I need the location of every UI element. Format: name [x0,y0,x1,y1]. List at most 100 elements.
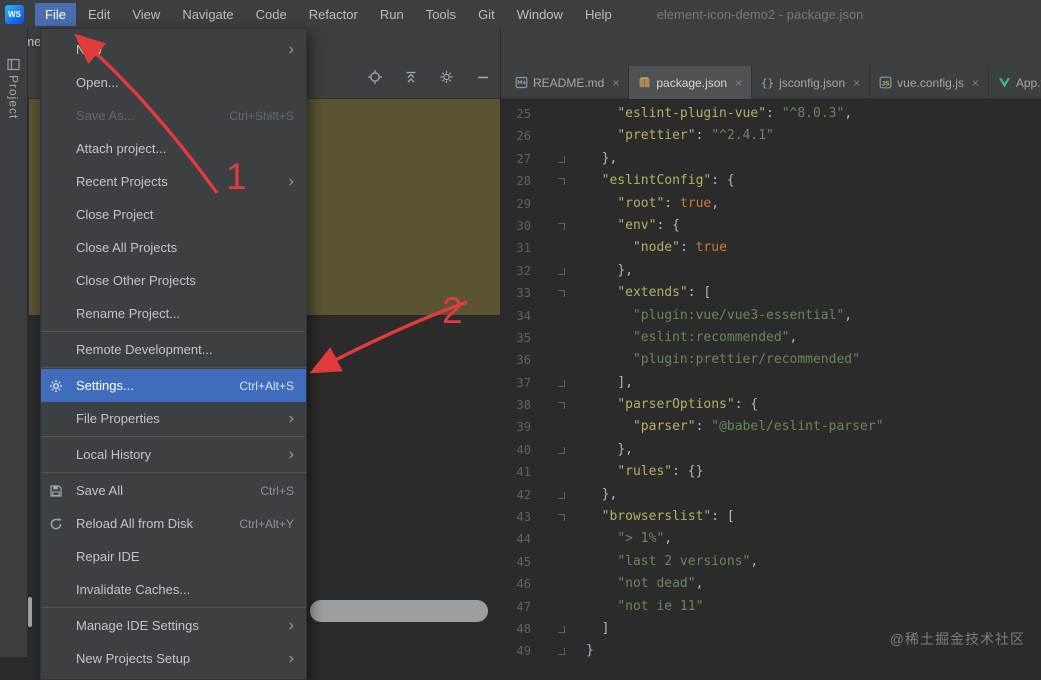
submenu-arrow-icon: › [288,172,294,190]
fold-marker-icon[interactable] [531,484,586,506]
menu-item-close-project[interactable]: Close Project [41,198,306,231]
menu-item-label: Rename Project... [76,306,181,321]
tab-close-icon[interactable]: × [735,76,742,90]
tab-close-icon[interactable]: × [972,76,979,90]
menu-item-new[interactable]: New › [41,33,306,66]
fold-marker-icon[interactable] [531,148,586,170]
tab-label: vue.config.js [897,75,964,90]
menu-item-file-properties[interactable]: File Properties › [41,402,306,435]
horizontal-scrollbar-thumb[interactable] [310,600,488,622]
menubar-item-file[interactable]: File [35,2,76,26]
menu-separator [41,367,306,368]
menu-separator [41,436,306,437]
tab-readme-md[interactable]: README.md × [506,66,630,99]
fold-marker-icon[interactable] [531,618,586,640]
menubar-item-view[interactable]: View [122,3,170,26]
menu-item-shortcut: Ctrl+S [260,483,294,498]
line-number: 29 [516,196,531,211]
code-lines: 25 "eslint-plugin-vue": "^8.0.3", 26 "pre… [501,103,1041,663]
hide-icon[interactable] [472,66,494,88]
vertical-scrollbar-thumb[interactable] [28,597,32,627]
line-number: 48 [516,621,531,636]
menu-item-close-all-projects[interactable]: Close All Projects [41,231,306,264]
code-text: "eslintConfig": { [601,173,735,189]
menubar-item-run[interactable]: Run [370,3,414,26]
locate-icon[interactable] [364,66,386,88]
fold-gutter [531,596,586,618]
line-number: 30 [516,218,531,233]
menu-item-close-other-projects[interactable]: Close Other Projects [41,264,306,297]
code-text: "node": true [632,240,727,256]
code-text: "last 2 versions", [617,553,759,569]
project-panel-toolbar [364,62,494,92]
menu-item-label: New [76,42,103,57]
settings-gear-icon[interactable] [436,66,458,88]
menubar-item-git[interactable]: Git [468,3,505,26]
code-text: "plugin:prettier/recommended" [632,352,860,368]
code-line: 29 "root": true, [501,193,1041,215]
menu-item-manage-ide-settings[interactable]: Manage IDE Settings › [41,609,306,642]
tab-jsconfig-json[interactable]: {} jsconfig.json × [752,66,871,99]
menu-item-reload-all-from-disk[interactable]: Reload All from Disk Ctrl+Alt+Y [41,507,306,540]
json-file-icon: {} [761,76,774,90]
menubar-item-code[interactable]: Code [246,3,297,26]
fold-marker-icon[interactable] [531,215,586,237]
tab-app-vue[interactable]: App.vue× [989,66,1041,99]
code-text: "eslint:recommended", [632,329,798,345]
menu-item-new-projects-setup[interactable]: New Projects Setup › [41,642,306,675]
menubar-item-edit[interactable]: Edit [78,3,120,26]
tab-vue-config-js[interactable]: JS vue.config.js × [870,66,989,99]
line-number: 42 [516,487,531,502]
menubar-item-tools[interactable]: Tools [416,3,466,26]
fold-gutter [531,349,586,371]
tab-close-icon[interactable]: × [853,76,860,90]
tab-package-json[interactable]: package.json × [629,66,753,99]
titlebar: WS File Edit View Navigate Code Refactor Run To… [0,0,1041,28]
fold-marker-icon[interactable] [531,372,586,394]
code-text: "not dead", [617,576,704,592]
menu-item-open[interactable]: Open... [41,66,306,99]
menu-item-save-all[interactable]: Save All Ctrl+S [41,474,306,507]
submenu-arrow-icon: › [288,445,294,463]
menubar-item-navigate[interactable]: Navigate [172,3,243,26]
menubar-item-refactor[interactable]: Refactor [299,3,368,26]
menu-item-label: Save As... [76,108,135,123]
code-text: "eslint-plugin-vue": "^8.0.3", [617,106,853,121]
fold-gutter [531,305,586,327]
fold-marker-icon[interactable] [531,640,586,662]
fold-gutter [531,461,586,483]
pkg-file-icon [638,76,651,89]
menu-item-settings[interactable]: Settings... Ctrl+Alt+S [41,369,306,402]
code-line: 28 "eslintConfig": { [501,170,1041,192]
panel-editor-divider[interactable] [500,28,501,657]
code-text: "browserslist": [ [601,509,735,525]
menubar-item-help[interactable]: Help [575,3,622,26]
fold-gutter [531,193,586,215]
fold-marker-icon[interactable] [531,394,586,416]
menu-item-label: Invalidate Caches... [76,582,191,597]
fold-marker-icon[interactable] [531,260,586,282]
collapse-all-icon[interactable] [400,66,422,88]
code-text: "root": true, [617,195,720,211]
line-number: 36 [516,353,531,368]
tab-close-icon[interactable]: × [612,76,619,90]
fold-marker-icon[interactable] [531,170,586,192]
code-text: "prettier": "^2.4.1" [617,128,774,144]
fold-gutter [531,528,586,550]
line-number: 41 [516,465,531,480]
editor[interactable]: 25 "eslint-plugin-vue": "^8.0.3", 26 "pre… [501,99,1041,658]
fold-marker-icon[interactable] [531,282,586,304]
fold-marker-icon[interactable] [531,506,586,528]
menu-item-recent-projects[interactable]: Recent Projects › [41,165,306,198]
md-file-icon [515,76,528,89]
project-tool-window-button[interactable]: Project [7,58,21,119]
fold-marker-icon[interactable] [531,439,586,461]
menubar-item-window[interactable]: Window [507,3,573,26]
menu-item-repair-ide[interactable]: Repair IDE [41,540,306,573]
menu-item-save-as[interactable]: Save As... Ctrl+Shift+S [41,99,306,132]
menu-item-local-history[interactable]: Local History › [41,438,306,471]
menu-item-invalidate-caches[interactable]: Invalidate Caches... [41,573,306,606]
menu-item-remote-development[interactable]: Remote Development... [41,333,306,366]
menu-item-attach-project[interactable]: Attach project... [41,132,306,165]
menu-item-rename-project[interactable]: Rename Project... [41,297,306,330]
